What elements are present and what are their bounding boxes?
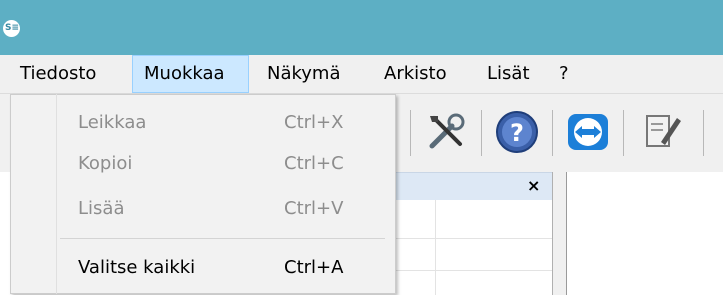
help-icon[interactable]: ?	[493, 108, 541, 156]
grid-row-line	[392, 270, 552, 271]
menu-muokkaa[interactable]: Muokkaa	[132, 55, 249, 93]
data-grid[interactable]	[392, 200, 552, 295]
menu-separator	[60, 238, 385, 239]
app-icon-glyph: S≡	[5, 23, 20, 33]
grid-row-line	[392, 238, 552, 239]
menu-item-shortcut: Ctrl+V	[284, 198, 344, 219]
toolbar-separator	[623, 110, 624, 156]
grid-col-line	[435, 200, 436, 295]
svg-text:?: ?	[510, 119, 524, 147]
menu-item-label: Leikkaa	[78, 112, 147, 133]
app-icon[interactable]: S≡	[3, 20, 20, 37]
toolbar-separator	[703, 110, 704, 156]
menu-item-shortcut: Ctrl+X	[284, 112, 344, 133]
menu-item-paste[interactable]: Lisää Ctrl+V	[11, 189, 394, 229]
title-bar: S≡	[0, 0, 723, 55]
menu-item-label: Valitse kaikki	[78, 257, 196, 278]
menu-item-label: Lisää	[78, 198, 125, 219]
panel-close-button[interactable]: ×	[527, 176, 540, 195]
menu-item-shortcut: Ctrl+A	[284, 257, 344, 278]
menu-lisat[interactable]: Lisät	[479, 55, 551, 93]
toolbar-separator	[410, 110, 411, 156]
menu-item-shortcut: Ctrl+C	[284, 153, 344, 174]
menu-item-select-all[interactable]: Valitse kaikki Ctrl+A	[11, 248, 394, 288]
menu-item-cut[interactable]: Leikkaa Ctrl+X	[11, 103, 394, 143]
menu-nakyma[interactable]: Näkymä	[259, 55, 357, 93]
menu-item-label: Kopioi	[78, 153, 133, 174]
menu-help[interactable]: ?	[553, 55, 583, 93]
right-pane	[566, 172, 723, 295]
document-edit-icon[interactable]	[637, 108, 685, 156]
menu-tiedosto[interactable]: Tiedosto	[10, 55, 122, 93]
tools-icon[interactable]	[422, 108, 470, 156]
menu-arkisto[interactable]: Arkisto	[376, 55, 474, 93]
pane-splitter[interactable]	[552, 172, 567, 295]
toolbar-separator	[552, 110, 553, 156]
teamviewer-icon[interactable]	[564, 108, 612, 156]
toolbar-separator	[481, 110, 482, 156]
menu-item-copy[interactable]: Kopioi Ctrl+C	[11, 144, 394, 184]
